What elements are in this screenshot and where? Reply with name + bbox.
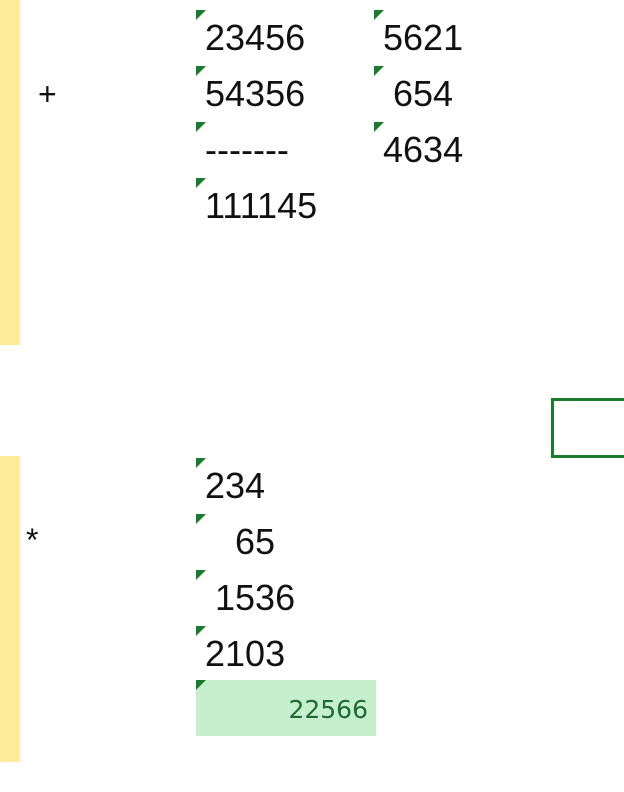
cell-multiplier[interactable]: 65 <box>196 514 376 570</box>
cell-value-b3[interactable]: 4634 <box>374 122 504 178</box>
cell-text: 111145 <box>205 185 318 226</box>
cell-text: 23456 <box>205 17 306 58</box>
cell-multiplicand[interactable]: 234 <box>196 458 376 514</box>
row-header-highlight-bottom[interactable] <box>0 456 20 762</box>
row-header-highlight-top[interactable] <box>0 0 20 345</box>
cell-text: 234 <box>205 465 266 506</box>
multiply-operator: * <box>26 522 39 558</box>
cell-text: 2103 <box>205 633 286 674</box>
cell-addend-2[interactable]: 54356 <box>196 66 376 122</box>
cell-value-b1[interactable]: 5621 <box>374 10 504 66</box>
cell-partial-product-2[interactable]: 2103 <box>196 626 376 682</box>
cell-text: 5621 <box>383 17 464 58</box>
plus-operator: + <box>38 76 57 112</box>
cell-text: 22566 <box>288 695 368 724</box>
cell-text: 654 <box>383 73 454 114</box>
cell-text: 1536 <box>205 577 296 618</box>
cell-text: ------- <box>205 129 289 170</box>
active-cell-selection[interactable] <box>551 398 624 458</box>
cell-separator-line[interactable]: ------- <box>196 122 376 178</box>
cell-text: 54356 <box>205 73 306 114</box>
cell-partial-product-1[interactable]: 1536 <box>196 570 376 626</box>
cell-text: 65 <box>205 521 276 562</box>
cell-value-b2[interactable]: 654 <box>374 66 504 122</box>
cell-text: 4634 <box>383 129 464 170</box>
cell-product-result[interactable]: 22566 <box>196 680 376 736</box>
cell-sum[interactable]: 111145 <box>196 178 376 234</box>
cell-addend-1[interactable]: 23456 <box>196 10 376 66</box>
